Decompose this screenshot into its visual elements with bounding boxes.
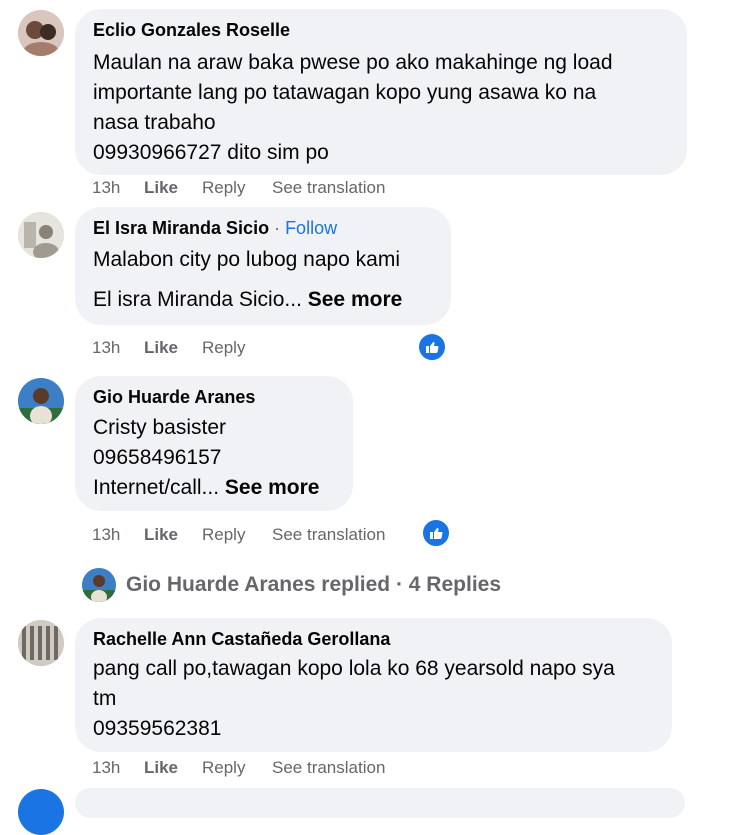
reply-author-avatar xyxy=(82,568,116,602)
comment-line: nasa trabaho xyxy=(93,111,216,134)
comment-line: tm xyxy=(93,687,117,710)
comment-author[interactable]: El Isra Miranda Sicio xyxy=(93,218,269,238)
profile-photo-icon xyxy=(18,378,64,424)
comment-timestamp[interactable]: 13h xyxy=(92,338,144,358)
separator-dot: · xyxy=(269,218,286,238)
comment-bubble: Gio Huarde Aranes Cristy basister 096584… xyxy=(75,376,353,511)
next-comment-bubble xyxy=(75,788,685,818)
comment-line: Malabon city po lubog napo kami xyxy=(93,248,401,271)
profile-photo-icon xyxy=(82,568,116,602)
like-button[interactable]: Like xyxy=(144,338,202,358)
comment-actions: 13h Like Reply xyxy=(92,338,272,358)
like-reaction-icon[interactable] xyxy=(417,332,447,362)
like-button[interactable]: Like xyxy=(144,525,202,545)
comment-line: pang call po,tawagan kopo lola ko 68 yea… xyxy=(93,657,615,680)
comment-line: Cristy basister xyxy=(93,416,227,439)
like-button[interactable]: Like xyxy=(144,178,202,198)
profile-photo-icon xyxy=(18,212,64,258)
comment-truncated-row: El isra Miranda Sicio... See more xyxy=(93,285,433,315)
comment-timestamp[interactable]: 13h xyxy=(92,758,144,778)
comment-author[interactable]: Gio Huarde Aranes xyxy=(93,386,335,408)
follow-link[interactable]: Follow xyxy=(285,218,337,238)
avatar[interactable] xyxy=(18,212,64,258)
profile-photo-icon xyxy=(18,10,64,56)
comment-line: Maulan na araw baka pwese po ako makahin… xyxy=(93,51,613,74)
comment-bubble: Rachelle Ann Castañeda Gerollana pang ca… xyxy=(75,618,672,752)
comment-timestamp[interactable]: 13h xyxy=(92,525,144,545)
avatar[interactable] xyxy=(18,10,64,56)
comment-line: 09359562381 xyxy=(93,717,222,740)
avatar[interactable] xyxy=(18,620,64,666)
comment-author-row: El Isra Miranda Sicio · Follow xyxy=(93,217,433,239)
like-button[interactable]: Like xyxy=(144,758,202,778)
comment-actions: 13h Like Reply See translation xyxy=(92,525,385,545)
avatar[interactable] xyxy=(18,378,64,424)
comment-truncated-text: El isra Miranda Sicio... xyxy=(93,288,302,311)
comment-line: 09658496157 xyxy=(93,446,222,469)
see-translation-link[interactable]: See translation xyxy=(272,758,385,778)
reply-button[interactable]: Reply xyxy=(202,525,272,545)
comment-timestamp[interactable]: 13h xyxy=(92,178,144,198)
comment-bubble: El Isra Miranda Sicio · Follow Malabon c… xyxy=(75,207,451,325)
comment-line: 09930966727 dito sim po xyxy=(93,141,329,164)
comment-truncated-row: Internet/call... See more xyxy=(93,473,335,503)
comment-author[interactable]: Rachelle Ann Castañeda Gerollana xyxy=(93,628,654,650)
like-reaction-icon[interactable] xyxy=(421,518,451,548)
comment-truncated-text: Internet/call... xyxy=(93,476,220,499)
comment-author[interactable]: Eclio Gonzales Roselle xyxy=(93,19,669,41)
see-more-link[interactable]: See more xyxy=(308,288,403,311)
comment-bubble: Eclio Gonzales Roselle Maulan na araw ba… xyxy=(75,9,687,175)
comment-line: importante lang po tatawagan kopo yung a… xyxy=(93,81,597,104)
reply-button[interactable]: Reply xyxy=(202,178,272,198)
profile-photo-icon xyxy=(18,620,64,666)
reply-button[interactable]: Reply xyxy=(202,758,272,778)
thumbs-up-icon xyxy=(426,341,439,353)
see-translation-link[interactable]: See translation xyxy=(272,525,385,545)
thumbs-up-icon xyxy=(430,527,443,539)
comment-actions: 13h Like Reply See translation xyxy=(92,178,385,198)
see-more-link[interactable]: See more xyxy=(225,476,320,499)
replies-summary-text[interactable]: Gio Huarde Aranes replied · 4 Replies xyxy=(126,573,501,597)
see-translation-link[interactable]: See translation xyxy=(272,178,385,198)
view-replies-link[interactable]: Gio Huarde Aranes replied · 4 Replies xyxy=(82,567,501,603)
reply-button[interactable]: Reply xyxy=(202,338,272,358)
comment-actions: 13h Like Reply See translation xyxy=(92,758,385,778)
